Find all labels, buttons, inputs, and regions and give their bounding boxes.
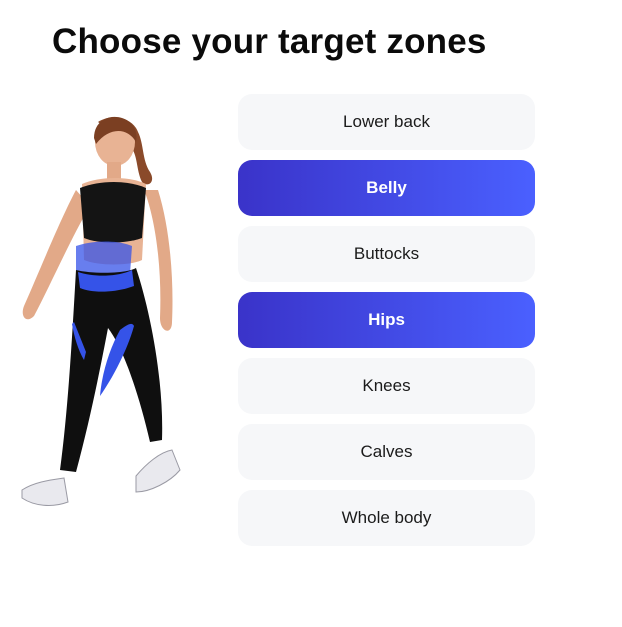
right-sneaker bbox=[135, 449, 181, 493]
zone-option-knees[interactable]: Knees bbox=[238, 358, 535, 414]
zone-option-buttocks[interactable]: Buttocks bbox=[238, 226, 535, 282]
zone-option-belly[interactable]: Belly bbox=[238, 160, 535, 216]
zone-option-whole-body[interactable]: Whole body bbox=[238, 490, 535, 546]
page-title: Choose your target zones bbox=[52, 22, 487, 61]
right-arm bbox=[144, 190, 173, 331]
zone-option-calves[interactable]: Calves bbox=[238, 424, 535, 480]
neck bbox=[107, 162, 121, 180]
zone-option-hips[interactable]: Hips bbox=[238, 292, 535, 348]
woman-figure-illustration bbox=[21, 116, 181, 506]
target-zone-list: Lower back Belly Buttocks Hips Knees Cal… bbox=[238, 94, 535, 546]
sports-bra bbox=[80, 182, 146, 243]
left-sneaker bbox=[21, 477, 69, 506]
zone-option-lower-back[interactable]: Lower back bbox=[238, 94, 535, 150]
